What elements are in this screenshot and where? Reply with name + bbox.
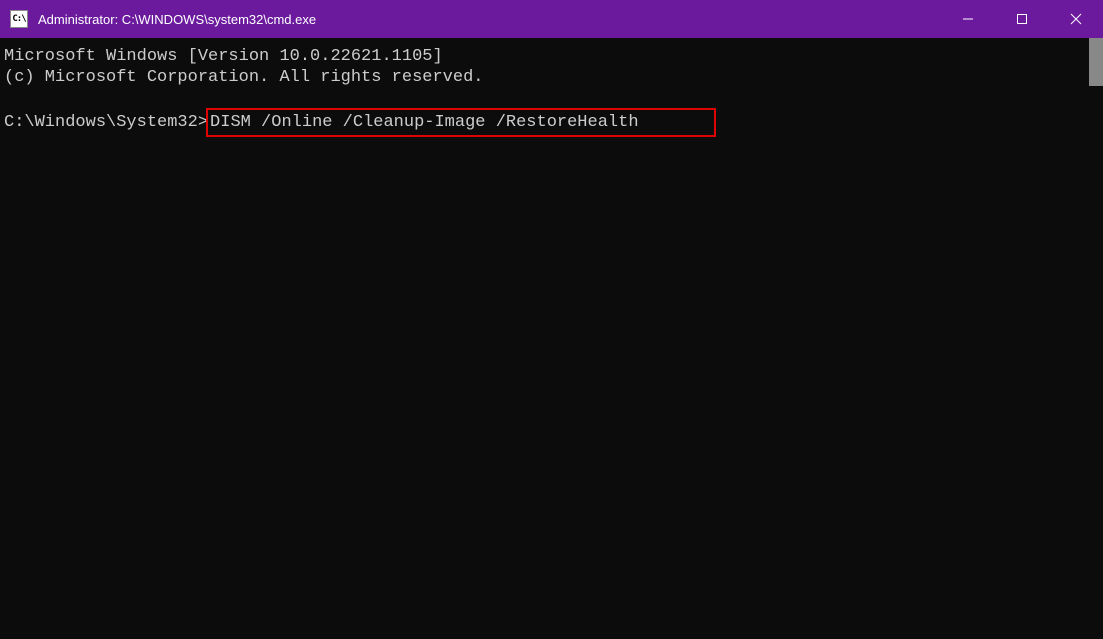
maximize-button[interactable]: [995, 0, 1049, 38]
minimize-button[interactable]: [941, 0, 995, 38]
cmd-icon-text: C:\: [12, 14, 25, 24]
terminal-output[interactable]: Microsoft Windows [Version 10.0.22621.11…: [0, 38, 1103, 639]
close-button[interactable]: [1049, 0, 1103, 38]
window-title: Administrator: C:\WINDOWS\system32\cmd.e…: [38, 12, 941, 27]
window-controls: [941, 0, 1103, 38]
version-line: Microsoft Windows [Version 10.0.22621.11…: [4, 46, 1099, 67]
scrollbar-thumb[interactable]: [1089, 38, 1103, 86]
close-icon: [1070, 13, 1082, 25]
command-text: DISM /Online /Cleanup-Image /RestoreHeal…: [210, 113, 638, 132]
copyright-line: (c) Microsoft Corporation. All rights re…: [4, 67, 1099, 88]
maximize-icon: [1016, 13, 1028, 25]
command-highlight: DISM /Online /Cleanup-Image /RestoreHeal…: [206, 108, 716, 137]
minimize-icon: [962, 13, 974, 25]
cmd-icon: C:\: [10, 10, 28, 28]
titlebar[interactable]: C:\ Administrator: C:\WINDOWS\system32\c…: [0, 0, 1103, 38]
prompt-text: C:\Windows\System32>: [4, 113, 208, 132]
cmd-window: C:\ Administrator: C:\WINDOWS\system32\c…: [0, 0, 1103, 639]
prompt-line: C:\Windows\System32>DISM /Online /Cleanu…: [4, 108, 1099, 137]
